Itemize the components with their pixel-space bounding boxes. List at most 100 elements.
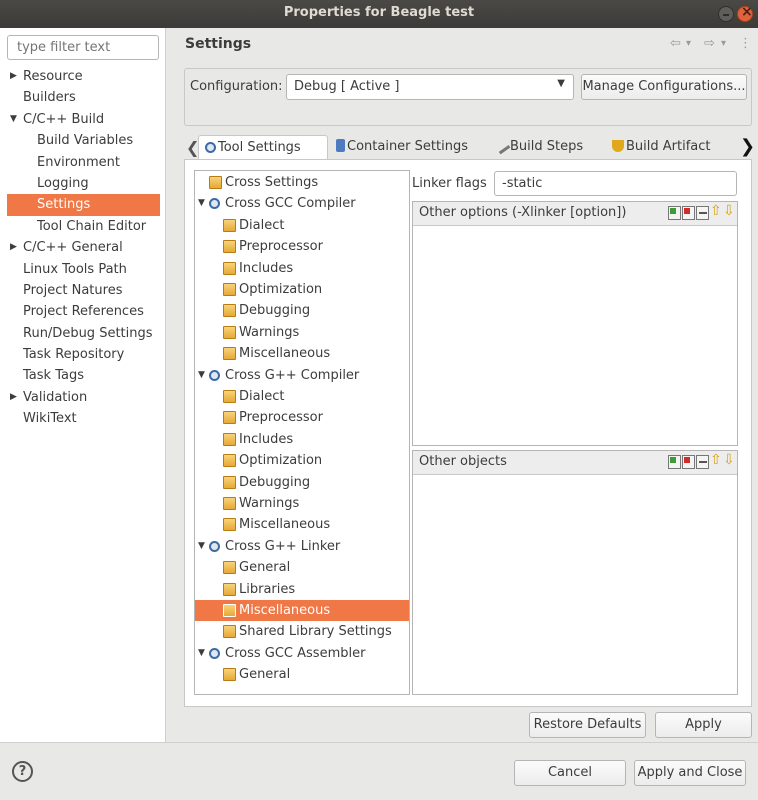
add-icon[interactable] — [668, 455, 681, 469]
edit-icon[interactable] — [696, 206, 709, 220]
tree-item[interactable]: Debugging — [195, 300, 409, 321]
close-icon[interactable] — [737, 4, 753, 22]
tree-item[interactable]: General — [195, 557, 409, 578]
tree-item[interactable]: Preprocessor — [195, 407, 409, 428]
tree-item[interactable]: Miscellaneous — [195, 600, 409, 622]
nav-item[interactable]: Project References — [7, 301, 160, 322]
tab-build-steps[interactable]: Build Steps — [493, 135, 584, 159]
nav-item[interactable]: Task Tags — [7, 365, 160, 386]
help-icon[interactable]: ? — [12, 761, 33, 782]
restore-defaults-button[interactable]: Restore Defaults — [529, 712, 646, 738]
tree-item[interactable]: Dialect — [195, 215, 409, 236]
tree-item[interactable]: ▼ Cross GCC Compiler — [195, 193, 409, 214]
move-up-icon[interactable] — [710, 452, 722, 469]
nav-item[interactable]: ▶ Validation — [7, 387, 160, 408]
other-options-header: Other options (-Xlinker [option]) — [413, 202, 737, 226]
tree-item[interactable]: Cross Settings — [195, 172, 409, 193]
move-up-icon[interactable] — [710, 203, 722, 220]
nav-item-label: Settings — [37, 197, 91, 213]
nav-item[interactable]: ▶ Resource — [7, 66, 160, 87]
nav-item[interactable]: WikiText — [7, 408, 160, 429]
forward-icon[interactable]: ⇨ — [704, 36, 715, 51]
tab-tool-settings[interactable]: Tool Settings — [198, 135, 328, 159]
tree-item[interactable]: Includes — [195, 429, 409, 450]
tree-item[interactable]: ▼ Cross G++ Linker — [195, 536, 409, 557]
nav-item[interactable]: Settings — [7, 194, 160, 216]
delete-icon[interactable] — [682, 455, 695, 469]
linker-flags-input[interactable] — [494, 171, 737, 196]
tree-item[interactable]: General — [195, 664, 409, 685]
tree-item[interactable]: Miscellaneous — [195, 343, 409, 364]
add-icon[interactable] — [668, 206, 681, 220]
tree-item[interactable]: Optimization — [195, 279, 409, 300]
tree-item-label: Miscellaneous — [239, 603, 331, 618]
tree-item[interactable]: Preprocessor — [195, 236, 409, 257]
expanded-arrow-icon[interactable]: ▼ — [10, 109, 17, 130]
tree-item[interactable]: Debugging — [195, 472, 409, 493]
tree-item-label: Debugging — [239, 303, 311, 319]
nav-item[interactable]: Logging — [7, 173, 160, 194]
move-down-icon[interactable] — [723, 452, 735, 469]
tree-item[interactable]: Optimization — [195, 450, 409, 471]
tree-item[interactable]: ▼ Cross GCC Assembler — [195, 643, 409, 664]
folder-icon — [223, 432, 236, 446]
more-icon[interactable]: ⋮ — [739, 36, 752, 51]
nav-item[interactable]: Builders — [7, 87, 160, 108]
collapsed-arrow-icon[interactable]: ▶ — [10, 66, 17, 87]
filter-input[interactable] — [7, 35, 159, 60]
tab-build-artifact[interactable]: Build Artifact — [612, 135, 711, 159]
tool-settings-icon — [205, 142, 216, 153]
nav-item[interactable]: Project Natures — [7, 280, 160, 301]
tree-item[interactable]: Dialect — [195, 386, 409, 407]
folder-icon — [223, 561, 236, 575]
edit-icon[interactable] — [696, 455, 709, 469]
tree-item-label: Warnings — [239, 324, 300, 340]
nav-item[interactable]: ▶ C/C++ General — [7, 237, 160, 258]
apply-button[interactable]: Apply — [655, 712, 752, 738]
tree-item[interactable]: Warnings — [195, 322, 409, 343]
folder-icon — [209, 176, 222, 189]
tree-item[interactable]: Includes — [195, 258, 409, 279]
nav-item[interactable]: Run/Debug Settings — [7, 323, 160, 344]
tree-item[interactable]: Warnings — [195, 493, 409, 514]
expanded-arrow-icon[interactable]: ▼ — [198, 365, 205, 386]
move-down-icon[interactable] — [723, 203, 735, 220]
configuration-select[interactable]: Debug [ Active ] ▼ — [286, 74, 574, 100]
tab-label: Container Settings — [347, 139, 468, 154]
expanded-arrow-icon[interactable]: ▼ — [198, 643, 205, 664]
nav-item[interactable]: ▼ C/C++ Build — [7, 109, 160, 130]
nav-item[interactable]: Linux Tools Path — [7, 259, 160, 280]
tab-container-settings[interactable]: Container Settings — [336, 135, 468, 159]
configuration-label: Configuration: — [190, 79, 283, 94]
cancel-button[interactable]: Cancel — [514, 760, 626, 786]
folder-icon — [223, 411, 236, 425]
nav-item-label: Linux Tools Path — [23, 261, 127, 277]
tree-item[interactable]: Libraries — [195, 579, 409, 600]
minimize-icon[interactable] — [718, 6, 734, 22]
nav-item[interactable]: Task Repository — [7, 344, 160, 365]
expanded-arrow-icon[interactable]: ▼ — [198, 193, 205, 214]
tab-label: Tool Settings — [218, 140, 301, 155]
nav-item-label: Run/Debug Settings — [23, 325, 153, 341]
nav-item[interactable]: Environment — [7, 152, 160, 173]
collapsed-arrow-icon[interactable]: ▶ — [10, 237, 17, 258]
tree-item[interactable]: Miscellaneous — [195, 514, 409, 535]
nav-item[interactable]: Tool Chain Editor — [7, 216, 160, 237]
tab-scroll-right-icon[interactable]: ❯ — [740, 136, 755, 157]
back-menu-icon[interactable]: ▾ — [686, 38, 691, 49]
forward-menu-icon[interactable]: ▾ — [721, 38, 726, 49]
expanded-arrow-icon[interactable]: ▼ — [198, 536, 205, 557]
delete-icon[interactable] — [682, 206, 695, 220]
tree-item[interactable]: Shared Library Settings — [195, 621, 409, 642]
nav-item[interactable]: Build Variables — [7, 130, 160, 151]
tree-item-label: Miscellaneous — [239, 346, 331, 362]
nav-item-label: Task Repository — [23, 347, 125, 363]
manage-configurations-button[interactable]: Manage Configurations... — [581, 74, 747, 100]
tab-label: Build Steps — [510, 139, 584, 154]
collapsed-arrow-icon[interactable]: ▶ — [10, 387, 17, 408]
other-options-panel: Other options (-Xlinker [option]) — [412, 201, 738, 446]
tree-item[interactable]: ▼ Cross G++ Compiler — [195, 365, 409, 386]
other-options-label: Other options (-Xlinker [option]) — [419, 205, 627, 220]
apply-and-close-button[interactable]: Apply and Close — [634, 760, 746, 786]
back-icon[interactable]: ⇦ — [670, 36, 681, 51]
